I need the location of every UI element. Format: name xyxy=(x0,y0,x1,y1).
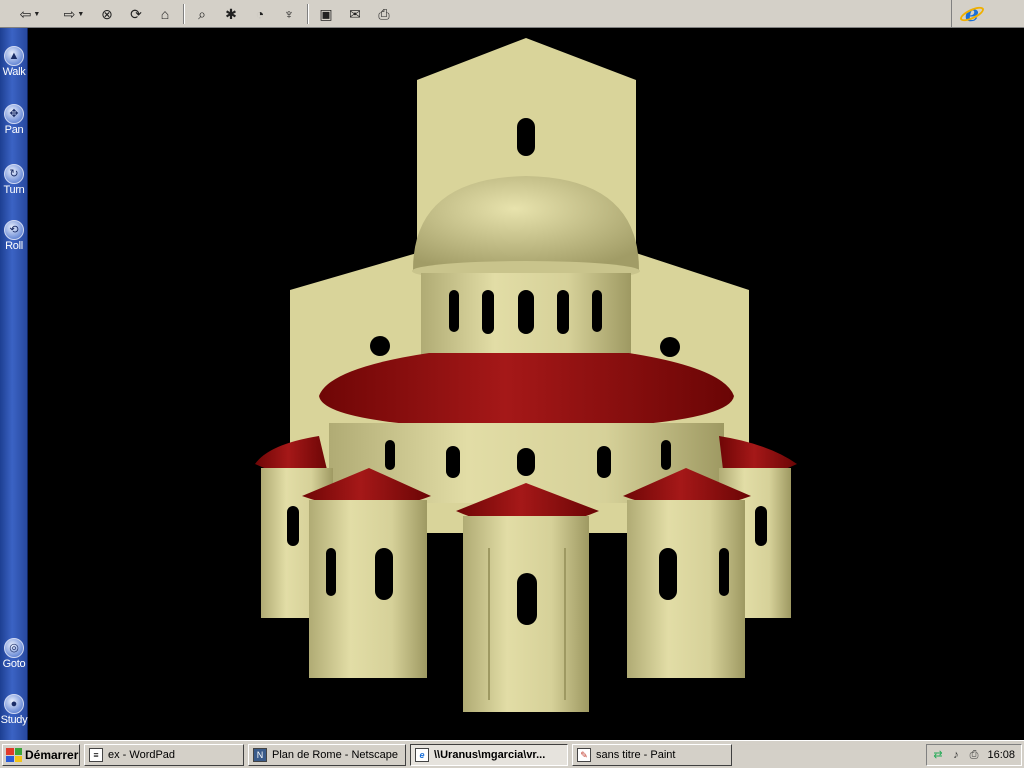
toolbar-button-strip: ⇦ ▼ ⇨ ▼ ⊗ ⟳ ⌂ ⌕ ✱ ◔ ♆ ▣ ✉ ⎙ xyxy=(0,0,952,28)
print-button[interactable]: ⎙ xyxy=(372,3,396,25)
home-button[interactable]: ⌂ xyxy=(153,3,177,25)
start-label: Démarrer xyxy=(25,748,79,762)
history-button[interactable]: ◔ xyxy=(248,3,272,25)
netscape-icon: N xyxy=(253,748,267,762)
favorites-icon: ✱ xyxy=(225,5,237,22)
goto-icon: ◎ xyxy=(4,638,24,658)
search-button[interactable]: ⌕ xyxy=(190,3,214,25)
roll-button[interactable]: ⟲ Roll xyxy=(0,220,28,252)
refresh-button[interactable]: ⟳ xyxy=(124,3,148,25)
roll-icon: ⟲ xyxy=(4,220,24,240)
channels-icon: ♆ xyxy=(283,6,295,22)
stop-button[interactable]: ⊗ xyxy=(95,3,119,25)
fullscreen-icon: ▣ xyxy=(319,5,333,22)
system-tray: ⇄ ♪ ⎙ 16:08 xyxy=(926,744,1022,766)
fullscreen-button[interactable]: ▣ xyxy=(314,3,338,25)
church-3d-model xyxy=(255,38,797,712)
oculus-left xyxy=(370,336,390,356)
refresh-icon: ⟳ xyxy=(130,5,142,22)
arrow-left-icon: ⇦ xyxy=(19,5,32,22)
clock[interactable]: 16:08 xyxy=(987,749,1015,761)
printer-icon: ⎙ xyxy=(378,5,390,22)
home-icon: ⌂ xyxy=(160,6,170,22)
task-label: Plan de Rome - Netscape xyxy=(272,749,398,761)
mail-button[interactable]: ✉ xyxy=(343,3,367,25)
printer-tray-icon[interactable]: ⎙ xyxy=(967,748,981,762)
pan-label: Pan xyxy=(4,124,24,136)
arrow-right-icon: ⇨ xyxy=(63,5,76,22)
browser-toolbar: ⇦ ▼ ⇨ ▼ ⊗ ⟳ ⌂ ⌕ ✱ ◔ ♆ ▣ ✉ ⎙ e xyxy=(0,0,1024,28)
pan-icon: ✥ xyxy=(4,104,24,124)
toolbar-separator xyxy=(183,4,185,24)
study-label: Study xyxy=(0,714,28,726)
channels-button[interactable]: ♆ xyxy=(277,3,301,25)
turn-icon: ↻ xyxy=(4,164,24,184)
turn-button[interactable]: ↻ Turn xyxy=(0,164,28,196)
windows-flag-icon xyxy=(6,748,22,762)
toolbar-separator xyxy=(307,4,309,24)
ie-logo-icon: e xyxy=(958,1,986,27)
wordpad-icon: ≡ xyxy=(89,748,103,762)
study-button[interactable]: ● Study xyxy=(0,694,28,726)
favorites-button[interactable]: ✱ xyxy=(219,3,243,25)
dropdown-arrow-icon: ▼ xyxy=(77,10,85,18)
tower-window xyxy=(517,118,535,156)
task-netscape[interactable]: N Plan de Rome - Netscape xyxy=(248,744,406,766)
network-icon[interactable]: ⇄ xyxy=(931,748,945,762)
ie-icon: e xyxy=(415,748,429,762)
walk-icon: ▲ xyxy=(4,46,24,66)
turn-label: Turn xyxy=(3,184,25,196)
oculus-right xyxy=(660,337,680,357)
taskbar: Démarrer ≡ ex - WordPad N Plan de Rome -… xyxy=(0,740,1024,768)
walk-button[interactable]: ▲ Walk xyxy=(0,46,28,78)
pan-button[interactable]: ✥ Pan xyxy=(0,104,28,136)
task-ie-vrml[interactable]: e \\Uranus\mgarcia\vr... xyxy=(410,744,568,766)
start-button[interactable]: Démarrer xyxy=(2,744,80,766)
task-paint[interactable]: ✎ sans titre - Paint xyxy=(572,744,732,766)
vrml-nav-panel: ▲ Walk ✥ Pan ↻ Turn ⟲ Roll ◎ Goto ● Stud… xyxy=(0,28,28,740)
task-label: \\Uranus\mgarcia\vr... xyxy=(434,749,546,761)
goto-button[interactable]: ◎ Goto xyxy=(0,638,28,670)
desktop: ⇦ ▼ ⇨ ▼ ⊗ ⟳ ⌂ ⌕ ✱ ◔ ♆ ▣ ✉ ⎙ e ▲ Walk ✥ Pan… xyxy=(0,0,1024,768)
vrml-viewport[interactable] xyxy=(29,28,1024,740)
roll-label: Roll xyxy=(5,240,23,252)
task-label: sans titre - Paint xyxy=(596,749,676,761)
chapel-center-window xyxy=(517,573,537,625)
search-icon: ⌕ xyxy=(198,5,206,22)
stop-icon: ⊗ xyxy=(101,5,113,22)
dropdown-arrow-icon: ▼ xyxy=(33,10,41,18)
study-icon: ● xyxy=(4,694,24,714)
task-wordpad[interactable]: ≡ ex - WordPad xyxy=(84,744,244,766)
history-icon: ◔ xyxy=(255,6,265,22)
mail-icon: ✉ xyxy=(349,5,361,22)
back-button[interactable]: ⇦ ▼ xyxy=(14,3,46,25)
paint-icon: ✎ xyxy=(577,748,591,762)
main-roof xyxy=(319,353,734,430)
goto-label: Goto xyxy=(2,658,26,670)
volume-icon[interactable]: ♪ xyxy=(949,748,963,762)
task-label: ex - WordPad xyxy=(108,749,176,761)
forward-button[interactable]: ⇨ ▼ xyxy=(58,3,90,25)
walk-label: Walk xyxy=(2,66,26,78)
